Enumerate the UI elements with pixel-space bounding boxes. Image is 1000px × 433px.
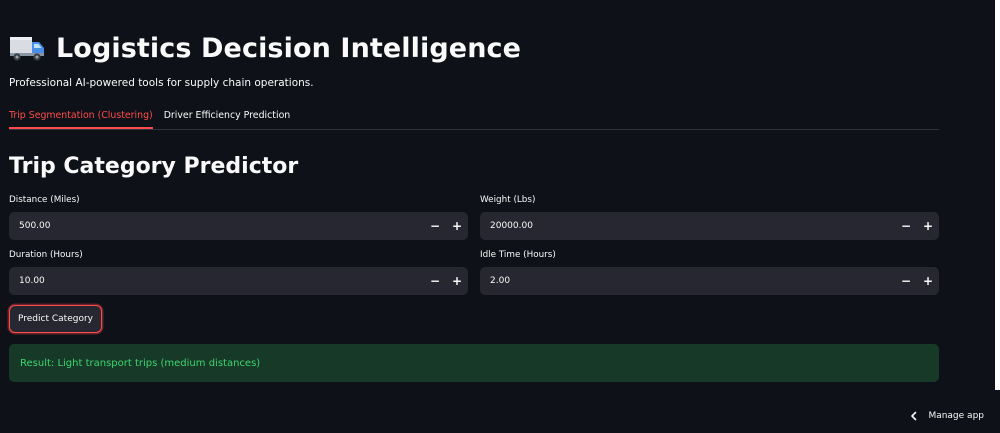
weight-increment-button[interactable]: + xyxy=(917,212,939,240)
input-grid: Distance (Miles) − + Weight (Lbs) − + Du… xyxy=(9,195,939,295)
section-title: Trip Category Predictor xyxy=(9,154,299,179)
weight-input[interactable] xyxy=(480,220,895,232)
weight-label: Weight (Lbs) xyxy=(480,195,536,205)
idle-time-label: Idle Time (Hours) xyxy=(480,250,556,260)
weight-decrement-button[interactable]: − xyxy=(895,212,917,240)
chevron-left-icon xyxy=(908,410,920,422)
distance-decrement-button[interactable]: − xyxy=(424,212,446,240)
app-page: Logistics Decision Intelligence Professi… xyxy=(0,0,1000,433)
distance-input[interactable] xyxy=(9,220,424,232)
duration-decrement-button[interactable]: − xyxy=(424,267,446,295)
idle-time-decrement-button[interactable]: − xyxy=(895,267,917,295)
truck-icon xyxy=(9,33,45,63)
predict-category-button[interactable]: Predict Category xyxy=(9,305,102,333)
idle-time-field: Idle Time (Hours) − + xyxy=(480,250,939,295)
duration-label: Duration (Hours) xyxy=(9,250,83,260)
idle-time-input[interactable] xyxy=(480,275,895,287)
weight-field: Weight (Lbs) − + xyxy=(480,195,939,240)
page-subtitle: Professional AI-powered tools for supply… xyxy=(9,77,314,89)
tab-driver-efficiency[interactable]: Driver Efficiency Prediction xyxy=(164,107,291,128)
tab-trip-segmentation[interactable]: Trip Segmentation (Clustering) xyxy=(9,107,153,129)
distance-increment-button[interactable]: + xyxy=(446,212,468,240)
duration-input[interactable] xyxy=(9,275,424,287)
duration-increment-button[interactable]: + xyxy=(446,267,468,295)
weight-number-input: − + xyxy=(480,212,939,240)
result-alert: Result: Light transport trips (medium di… xyxy=(9,344,939,382)
distance-number-input: − + xyxy=(9,212,468,240)
result-text: Result: Light transport trips (medium di… xyxy=(20,357,261,369)
idle-time-increment-button[interactable]: + xyxy=(917,267,939,295)
duration-number-input: − + xyxy=(9,267,468,295)
main-content: Logistics Decision Intelligence Professi… xyxy=(9,26,939,382)
tab-bar: Trip Segmentation (Clustering) Driver Ef… xyxy=(9,107,939,130)
distance-label: Distance (Miles) xyxy=(9,195,80,205)
manage-app-button[interactable]: Manage app xyxy=(908,410,984,422)
duration-field: Duration (Hours) − + xyxy=(9,250,468,295)
title-row: Logistics Decision Intelligence xyxy=(9,26,939,70)
distance-field: Distance (Miles) − + xyxy=(9,195,468,240)
idle-time-number-input: − + xyxy=(480,267,939,295)
scrollbar-edge xyxy=(995,0,1000,390)
page-title: Logistics Decision Intelligence xyxy=(56,32,522,64)
manage-app-label: Manage app xyxy=(928,411,984,421)
